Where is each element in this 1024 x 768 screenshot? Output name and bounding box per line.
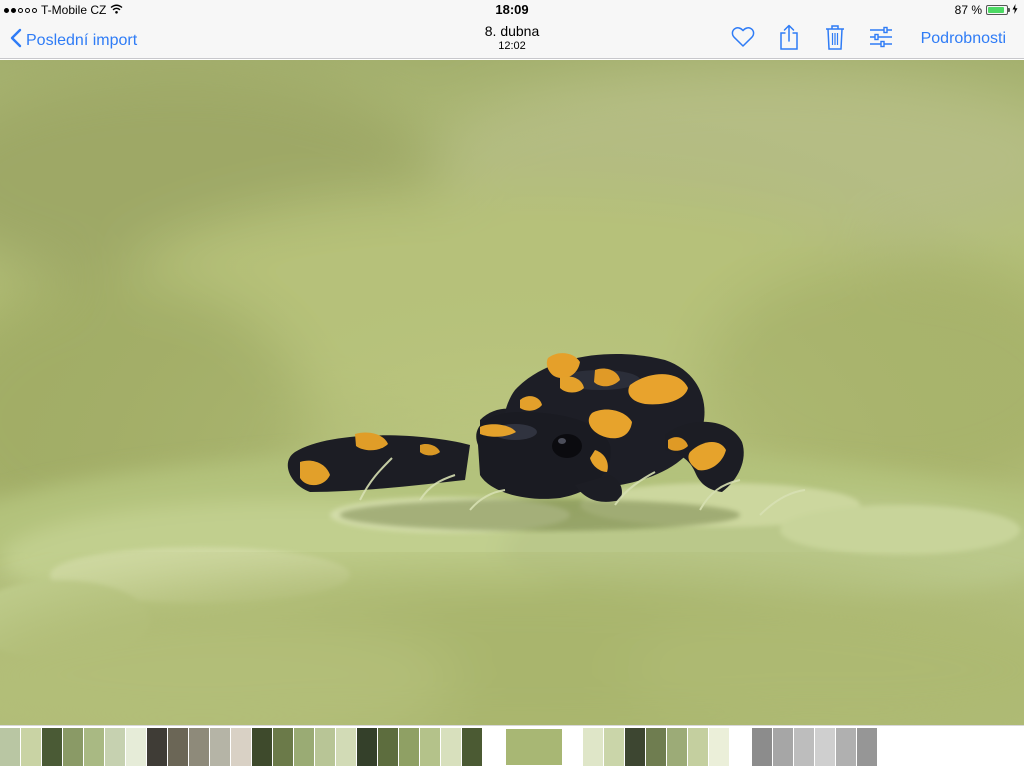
foreground-moss <box>0 570 1024 725</box>
toolbar-actions: Podrobnosti <box>729 24 1006 55</box>
status-time: 18:09 <box>495 2 529 17</box>
thumbnail[interactable] <box>0 728 20 766</box>
thumbnail[interactable] <box>63 728 83 766</box>
thumbnail[interactable] <box>857 728 877 766</box>
delete-button[interactable] <box>821 24 849 55</box>
thumbnail-strip[interactable] <box>0 725 1024 768</box>
share-button[interactable] <box>775 24 803 55</box>
thumbnail[interactable] <box>294 728 314 766</box>
edit-button[interactable] <box>867 25 895 53</box>
thumbnail[interactable] <box>399 728 419 766</box>
thumbnail[interactable] <box>794 728 814 766</box>
battery-percent: 87 % <box>954 3 982 17</box>
sliders-icon <box>869 26 893 53</box>
thumbnail[interactable] <box>836 728 856 766</box>
thumbnail[interactable] <box>357 728 377 766</box>
thumbnail[interactable] <box>583 728 603 766</box>
thumbnail[interactable] <box>210 728 230 766</box>
thumbnail[interactable] <box>604 728 624 766</box>
thumbnail[interactable] <box>420 728 440 766</box>
battery-fill <box>988 7 1004 13</box>
thumbnail[interactable] <box>252 728 272 766</box>
share-icon <box>779 24 799 55</box>
thumbnail[interactable] <box>773 728 793 766</box>
thumbnail[interactable] <box>462 728 482 766</box>
thumbnail[interactable] <box>273 728 293 766</box>
thumbnail-current[interactable] <box>505 728 563 766</box>
thumbnail[interactable] <box>441 728 461 766</box>
thumbnail[interactable] <box>378 728 398 766</box>
thumbnail[interactable] <box>126 728 146 766</box>
thumbnail[interactable] <box>189 728 209 766</box>
thumbnail[interactable] <box>815 728 835 766</box>
status-right: 87 % <box>955 3 1018 17</box>
thumbnail[interactable] <box>646 728 666 766</box>
thumbnail[interactable] <box>688 728 708 766</box>
thumbnail[interactable] <box>147 728 167 766</box>
navigation-bar: Poslední import 8. dubna 12:02 Podrobnos… <box>0 20 1024 59</box>
thumbnail[interactable] <box>336 728 356 766</box>
thumbnail[interactable] <box>42 728 62 766</box>
thumbnail[interactable] <box>752 728 772 766</box>
status-bar: T-Mobile CZ 18:09 87 % <box>0 0 1024 20</box>
photo-viewer[interactable] <box>0 60 1024 725</box>
heart-icon <box>731 26 755 53</box>
details-button[interactable]: Podrobnosti <box>921 30 1006 48</box>
thumbnail[interactable] <box>168 728 188 766</box>
thumbnail[interactable] <box>21 728 41 766</box>
thumbnail[interactable] <box>231 728 251 766</box>
thumbnail[interactable] <box>105 728 125 766</box>
thumbnail[interactable] <box>625 728 645 766</box>
thumbnail[interactable] <box>667 728 687 766</box>
bolt-icon <box>1012 3 1018 17</box>
battery-icon <box>986 5 1010 15</box>
salamander-photo <box>0 60 1024 725</box>
thumbnail[interactable] <box>709 728 729 766</box>
thumbnail[interactable] <box>315 728 335 766</box>
trash-icon <box>825 24 845 55</box>
favorite-button[interactable] <box>729 25 757 53</box>
thumbnail[interactable] <box>84 728 104 766</box>
